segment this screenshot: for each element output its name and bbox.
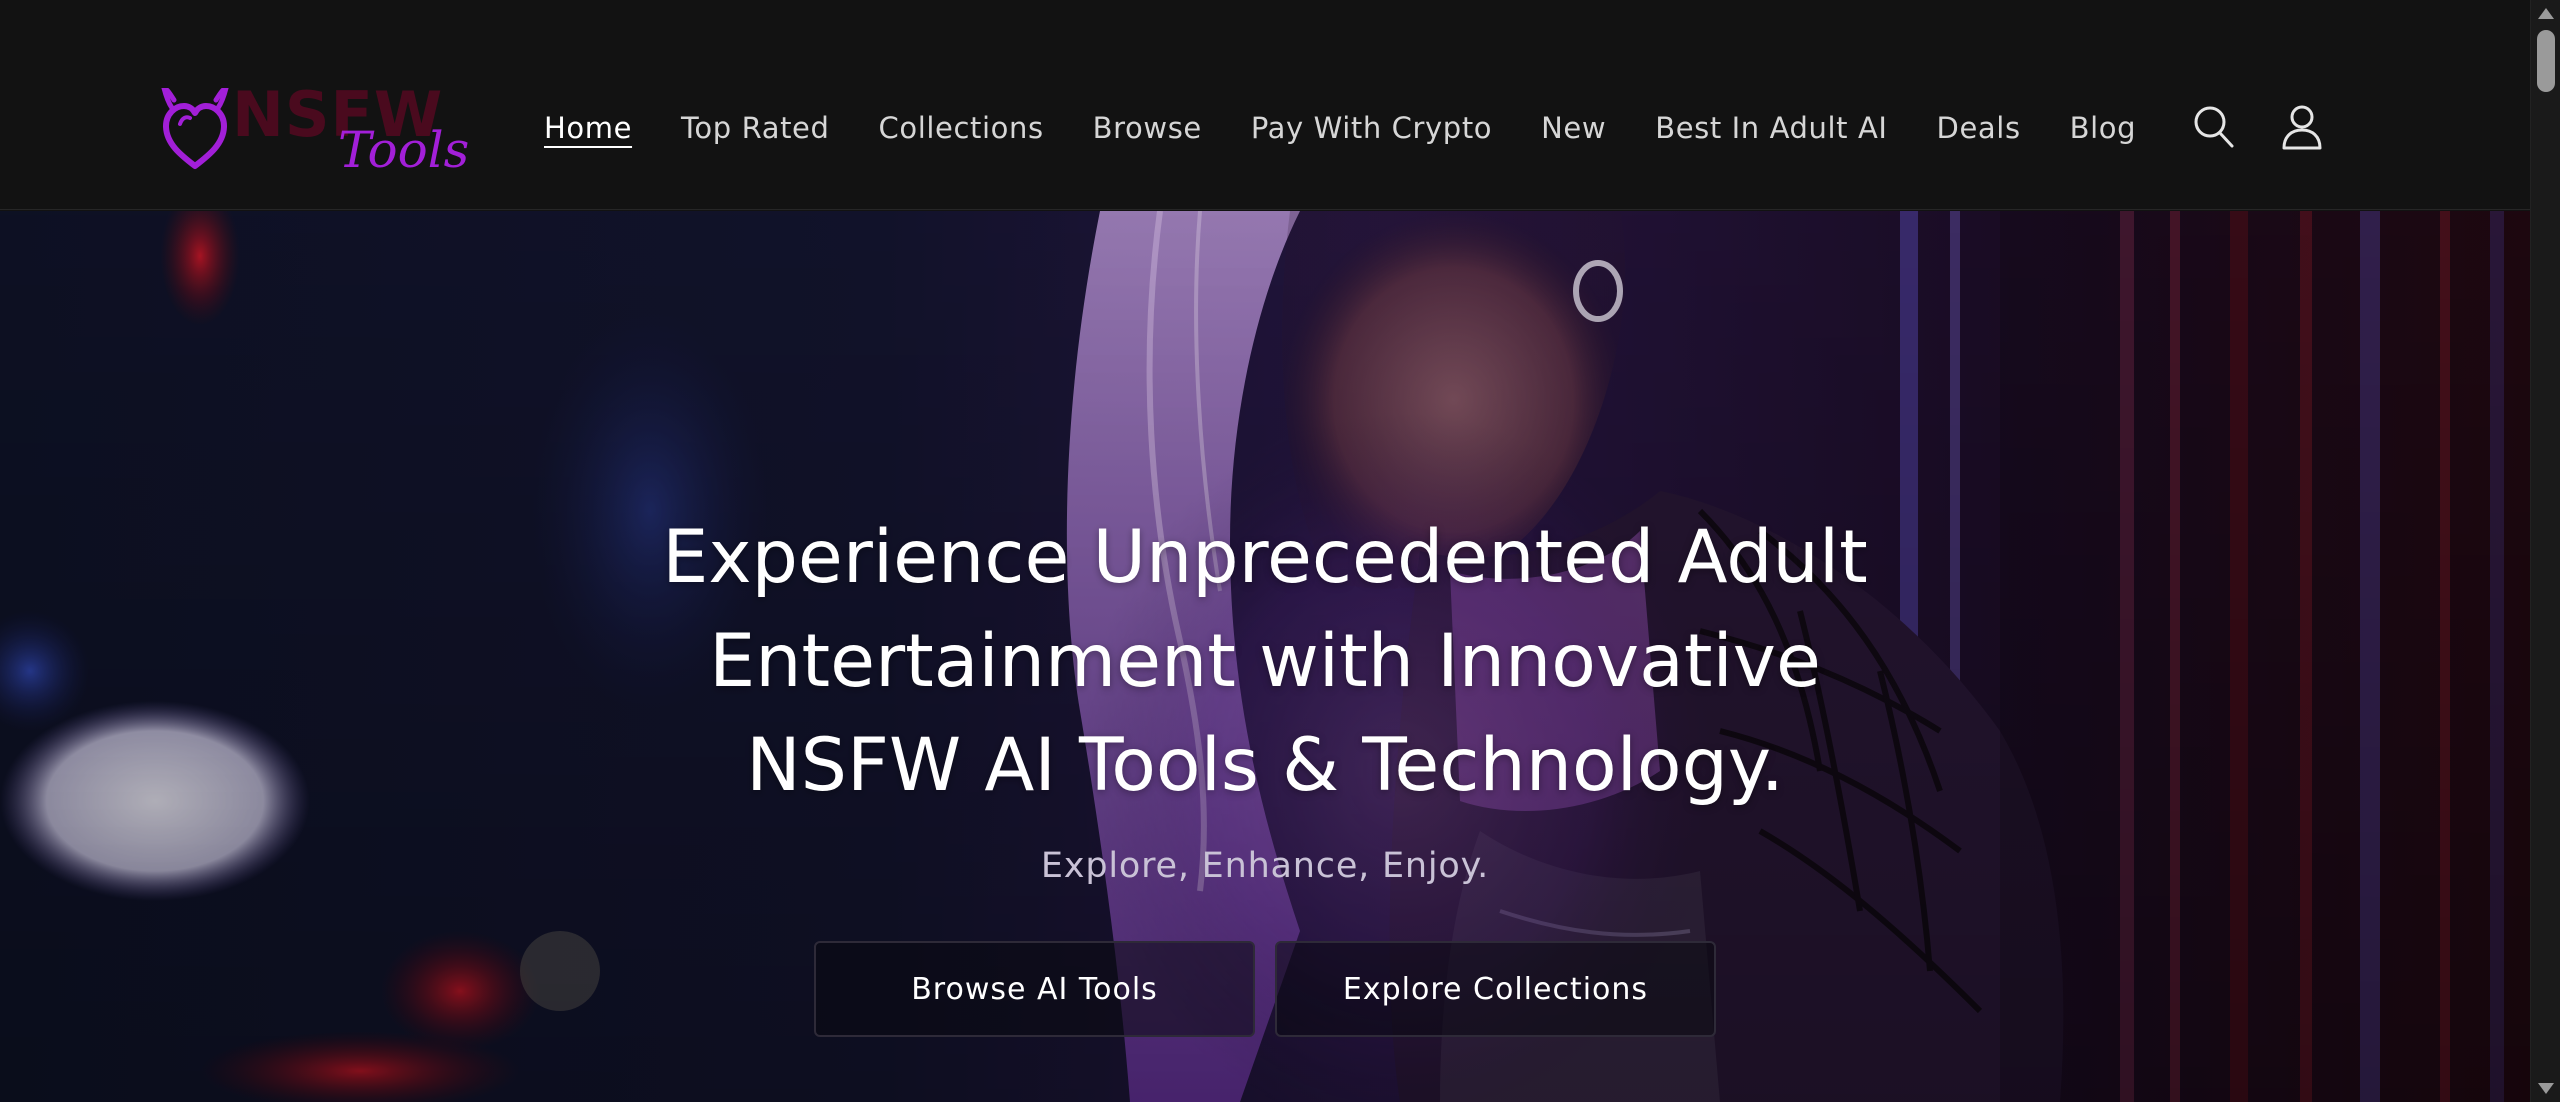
hero-title-line-3: NSFW AI Tools & Technology. xyxy=(746,723,1784,808)
nav-item-blog[interactable]: Blog xyxy=(2070,106,2137,150)
logo[interactable]: NSFW Tools xyxy=(160,80,480,180)
scroll-down-arrow-icon[interactable] xyxy=(2538,1083,2554,1094)
nav-item-collections[interactable]: Collections xyxy=(879,106,1044,150)
hero-title-line-1: Experience Unprecedented Adult xyxy=(662,515,1868,600)
hero-title: Experience Unprecedented Adult Entertain… xyxy=(590,506,1940,818)
browse-ai-tools-button[interactable]: Browse AI Tools xyxy=(814,941,1255,1037)
account-icon[interactable] xyxy=(2280,104,2324,150)
hero-subtitle: Explore, Enhance, Enjoy. xyxy=(1040,846,1490,886)
nav-item-browse[interactable]: Browse xyxy=(1093,106,1202,150)
nav-item-top-rated[interactable]: Top Rated xyxy=(681,106,829,150)
nav-item-new[interactable]: New xyxy=(1541,106,1606,150)
devil-heart-icon xyxy=(160,88,230,172)
hero-title-line-2: Entertainment with Innovative xyxy=(709,619,1821,704)
hero-content: Experience Unprecedented Adult Entertain… xyxy=(0,211,2530,1102)
page: NSFW Tools Home Top Rated Collections Br… xyxy=(0,0,2560,1102)
explore-collections-button[interactable]: Explore Collections xyxy=(1275,941,1716,1037)
nav-item-home[interactable]: Home xyxy=(544,106,632,150)
site-header: NSFW Tools Home Top Rated Collections Br… xyxy=(0,0,2530,210)
header-actions xyxy=(2192,104,2324,150)
scrollbar-thumb[interactable] xyxy=(2537,30,2555,92)
nav-item-best-in-adult-ai[interactable]: Best In Adult AI xyxy=(1655,106,1887,150)
page-scrollbar[interactable] xyxy=(2530,0,2560,1102)
main-nav: Home Top Rated Collections Browse Pay Wi… xyxy=(544,106,2136,150)
logo-word-tools: Tools xyxy=(338,121,470,179)
nav-item-deals[interactable]: Deals xyxy=(1937,106,2021,150)
hero-banner: Experience Unprecedented Adult Entertain… xyxy=(0,211,2530,1102)
nav-item-pay-with-crypto[interactable]: Pay With Crypto xyxy=(1251,106,1492,150)
scroll-up-arrow-icon[interactable] xyxy=(2538,8,2554,19)
search-icon[interactable] xyxy=(2192,104,2236,150)
hero-cta-group: Browse AI Tools Explore Collections xyxy=(814,941,1716,1037)
